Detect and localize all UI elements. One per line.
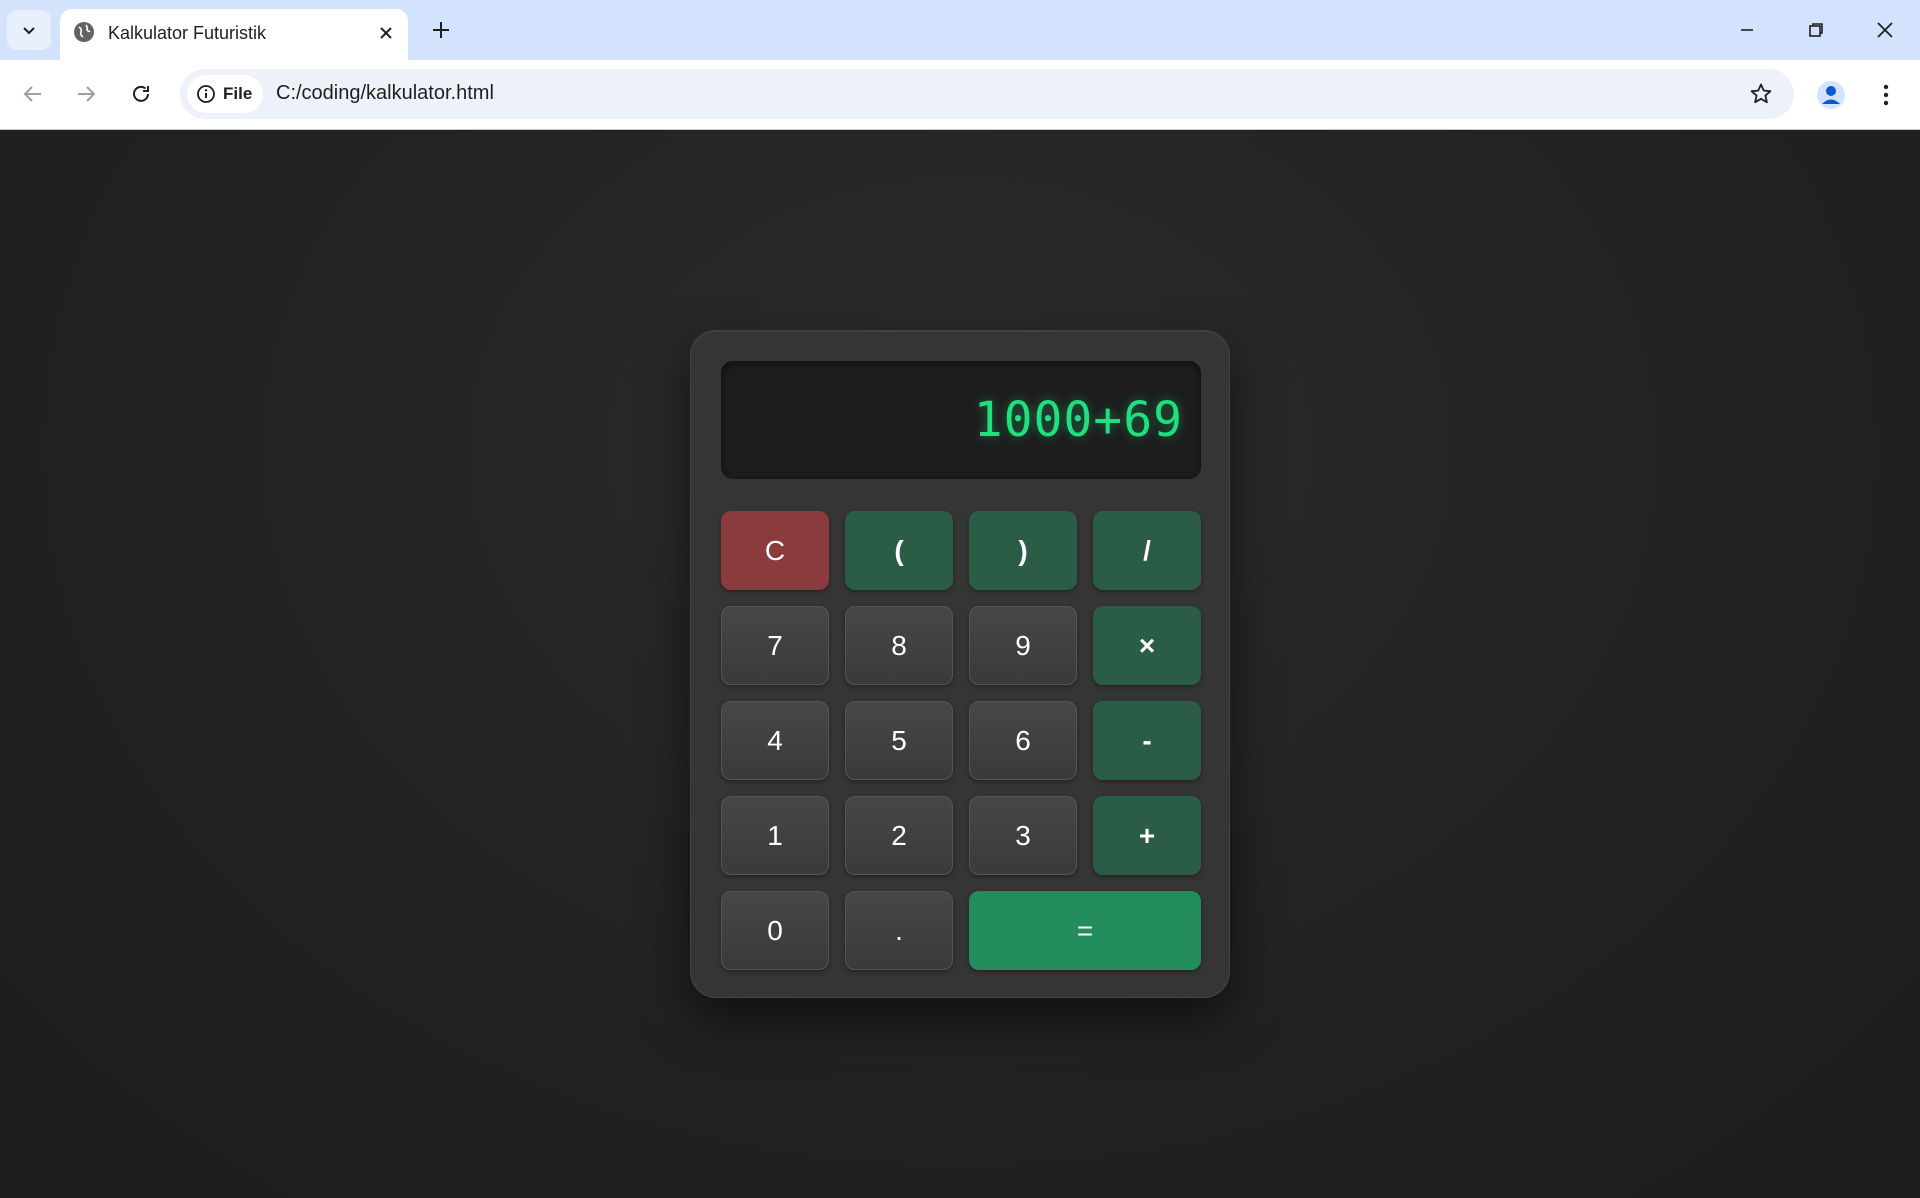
tab-search-button[interactable] <box>7 10 51 50</box>
calculator-display: 1000+69 <box>721 361 1201 479</box>
url-text[interactable]: C:/coding/kalkulator.html <box>276 82 494 105</box>
reload-icon <box>133 85 149 102</box>
browser-menu-button[interactable] <box>1866 75 1906 115</box>
close-window-button[interactable] <box>1865 10 1905 50</box>
globe-icon <box>74 22 94 42</box>
arrow-left-icon <box>23 86 41 102</box>
digit-2-button[interactable]: 2 <box>845 796 953 875</box>
chevron-down-icon <box>23 27 35 35</box>
tab-close-button[interactable] <box>374 21 398 45</box>
digit-9-button[interactable]: 9 <box>969 606 1077 685</box>
site-info-chip[interactable]: File <box>187 75 263 113</box>
digit-7-button[interactable]: 7 <box>721 606 829 685</box>
digit-5-button[interactable]: 5 <box>845 701 953 780</box>
digit-3-button[interactable]: 3 <box>969 796 1077 875</box>
keypad: C()/ 7 8 9 × 4 5 6- 1 2 3 +0. = <box>721 511 1201 970</box>
minimize-button[interactable] <box>1727 10 1767 50</box>
subtract-button[interactable]: - <box>1093 701 1201 780</box>
browser-toolbar: File C:/coding/kalkulator.html <box>0 60 1920 130</box>
close-paren-button[interactable]: ) <box>969 511 1077 590</box>
restore-icon <box>1809 23 1823 37</box>
add-button[interactable]: + <box>1093 796 1201 875</box>
page-viewport: 1000+69 C()/ 7 8 9 × 4 5 6- 1 2 3 +0. = <box>0 131 1920 1198</box>
calculator: 1000+69 C()/ 7 8 9 × 4 5 6- 1 2 3 +0. = <box>690 330 1230 998</box>
plus-icon <box>433 22 449 38</box>
back-button[interactable] <box>13 74 53 114</box>
site-info-label: File <box>223 84 253 103</box>
digit-0-button[interactable]: 0 <box>721 891 829 970</box>
decimal-button[interactable]: . <box>845 891 953 970</box>
bookmark-button[interactable] <box>1741 74 1781 114</box>
tab-title: Kalkulator Futuristik <box>108 23 267 43</box>
forward-button[interactable] <box>66 74 106 114</box>
star-icon <box>1750 83 1772 104</box>
digit-8-button[interactable]: 8 <box>845 606 953 685</box>
browser-tab[interactable]: Kalkulator Futuristik <box>60 9 408 60</box>
restore-button[interactable] <box>1796 10 1836 50</box>
equals-button[interactable]: = <box>969 891 1201 970</box>
digit-6-button[interactable]: 6 <box>969 701 1077 780</box>
close-icon <box>380 27 392 39</box>
close-icon <box>1877 22 1893 38</box>
tab-strip: Kalkulator Futuristik <box>0 0 1920 60</box>
open-paren-button[interactable]: ( <box>845 511 953 590</box>
minimize-icon <box>1741 29 1753 31</box>
multiply-button[interactable]: × <box>1093 606 1201 685</box>
display-value: 1000+69 <box>973 392 1183 448</box>
new-tab-button[interactable] <box>423 12 459 48</box>
digit-4-button[interactable]: 4 <box>721 701 829 780</box>
address-bar[interactable]: File C:/coding/kalkulator.html <box>180 69 1794 119</box>
digit-1-button[interactable]: 1 <box>721 796 829 875</box>
info-icon <box>197 85 215 103</box>
clear-button[interactable]: C <box>721 511 829 590</box>
divide-button[interactable]: / <box>1093 511 1201 590</box>
more-vertical-icon <box>1883 84 1889 106</box>
profile-button[interactable] <box>1813 77 1849 113</box>
arrow-right-icon <box>78 86 96 102</box>
reload-button[interactable] <box>121 74 161 114</box>
avatar-icon <box>1817 81 1845 109</box>
